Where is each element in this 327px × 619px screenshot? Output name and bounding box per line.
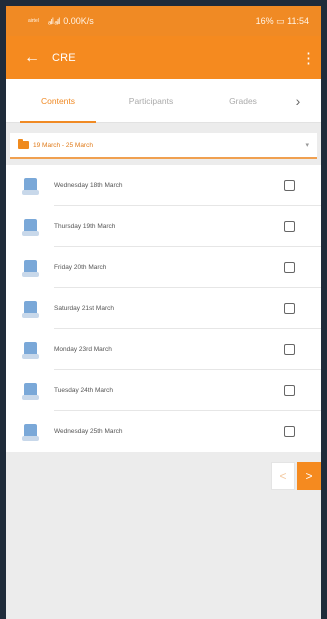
status-left: airtel ₐıl ₐıl 0.00K/s [28, 16, 94, 26]
status-right: 16% ▭ 11:54 [255, 15, 309, 26]
list-item[interactable]: Wednesday 25th March [6, 411, 321, 452]
list-item[interactable]: Wednesday 18th March [6, 165, 321, 206]
pager: < > [6, 452, 321, 490]
list-item-label: Saturday 21st March [54, 304, 114, 312]
content-list: Wednesday 18th March Thursday 19th March… [6, 165, 321, 452]
app-bar: ← CRE ⋮ [6, 36, 321, 79]
tab-grades[interactable]: Grades [198, 79, 288, 123]
completion-checkbox[interactable] [284, 343, 295, 355]
page-title: CRE [52, 51, 76, 64]
arrow-left-icon[interactable]: ← [24, 49, 52, 67]
list-item-label: Wednesday 18th March [54, 181, 123, 189]
list-item[interactable]: Friday 20th March [6, 247, 321, 288]
list-item[interactable]: Tuesday 24th March [6, 370, 321, 411]
list-item[interactable]: Saturday 21st March [6, 288, 321, 329]
page-icon [21, 219, 39, 236]
list-item-label: Tuesday 24th March [54, 386, 114, 394]
signal-icon: ₐıl ₐıl [48, 16, 60, 26]
page-icon [21, 342, 39, 359]
list-item[interactable]: Thursday 19th March [6, 206, 321, 247]
data-rate: 0.00K/s [63, 16, 94, 26]
list-item-label: Friday 20th March [54, 263, 107, 271]
page-icon [21, 260, 39, 277]
tab-participants[interactable]: Participants [104, 79, 198, 123]
completion-checkbox[interactable] [284, 261, 295, 273]
completion-checkbox[interactable] [284, 384, 295, 396]
completion-checkbox[interactable] [284, 179, 295, 191]
caret-down-icon: ▾ [305, 142, 309, 149]
folder-icon [18, 139, 29, 149]
list-item-label: Monday 23rd March [54, 345, 112, 353]
previous-page-button[interactable]: < [271, 462, 295, 490]
completion-checkbox[interactable] [284, 426, 295, 437]
list-item-label: Thursday 19th March [54, 222, 116, 230]
page-icon [21, 301, 39, 318]
completion-checkbox[interactable] [284, 302, 295, 314]
tab-bar: Contents Participants Grades › [6, 79, 321, 123]
app-frame: airtel ₐıl ₐıl 0.00K/s 16% ▭ 11:54 ← CRE… [6, 6, 321, 619]
list-item-label: Wednesday 25th March [54, 428, 123, 435]
tab-contents[interactable]: Contents [12, 79, 104, 123]
section-select-label: 19 March - 25 March [33, 141, 93, 149]
completion-checkbox[interactable] [284, 220, 295, 232]
next-page-button[interactable]: > [297, 462, 321, 490]
section-select[interactable]: 19 March - 25 March ▾ [10, 133, 317, 159]
page-icon [21, 424, 39, 441]
page-icon [21, 383, 39, 400]
page-icon [21, 178, 39, 195]
status-bar: airtel ₐıl ₐıl 0.00K/s 16% ▭ 11:54 [6, 6, 321, 36]
carrier-label: airtel [28, 17, 39, 24]
list-item[interactable]: Monday 23rd March [6, 329, 321, 370]
chevron-right-icon[interactable]: › [288, 93, 308, 109]
more-vert-icon[interactable]: ⋮ [301, 49, 316, 67]
